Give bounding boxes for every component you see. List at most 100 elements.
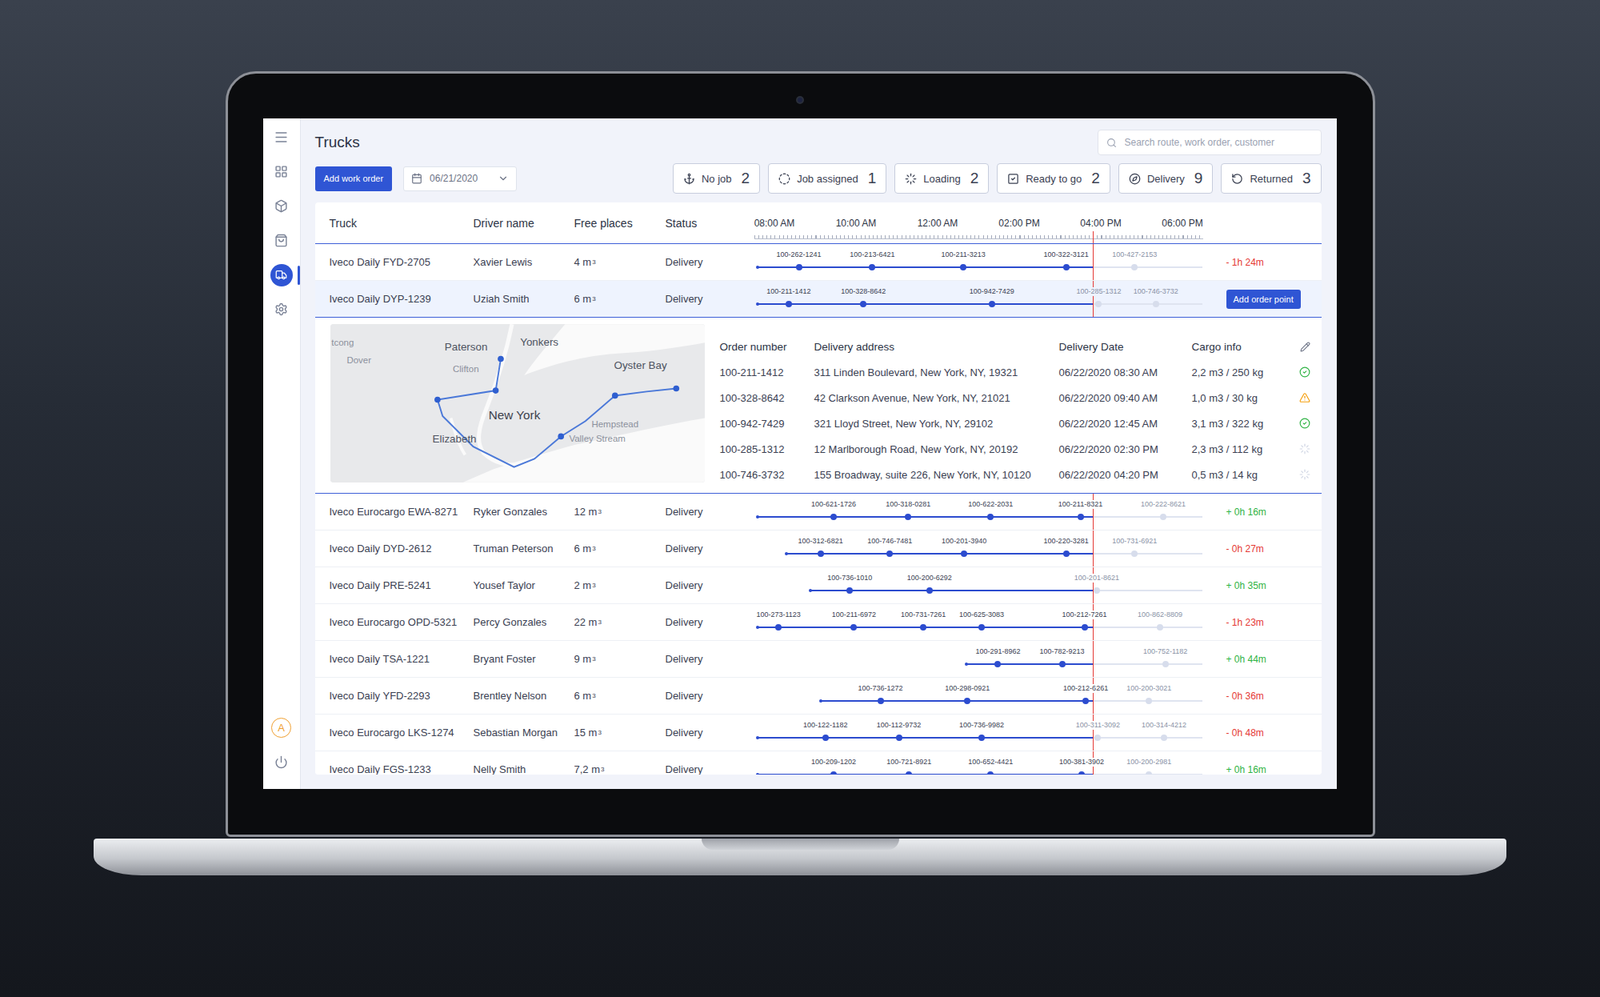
stop-dot[interactable]	[1160, 734, 1168, 741]
stop-dot[interactable]	[1145, 771, 1152, 775]
stop-dot[interactable]	[904, 513, 912, 520]
stop-dot[interactable]	[1160, 513, 1167, 520]
order-row[interactable]: 100-746-3732155 Broadway, suite 226, New…	[720, 461, 1311, 488]
track-done	[757, 516, 1093, 518]
stop-dot[interactable]	[1059, 660, 1066, 668]
stop-dot[interactable]	[1063, 550, 1070, 557]
stop-dot[interactable]	[796, 264, 803, 271]
status-filter[interactable]: Delivery9	[1118, 163, 1214, 194]
route-stop[interactable]	[557, 433, 564, 440]
stop-dot[interactable]	[1077, 513, 1084, 520]
stop-dot[interactable]	[1145, 697, 1152, 704]
stop-dot[interactable]	[978, 624, 985, 631]
delay-cell: - 1h 24m	[1226, 244, 1322, 280]
stop-dot[interactable]	[1081, 624, 1088, 631]
table-row[interactable]: Iveco Daily DYP-1239Uziah Smith6 m3Deliv…	[315, 280, 1322, 318]
stop-dot[interactable]	[1131, 264, 1138, 271]
table-row[interactable]: Iveco Daily PRE-5241Yousef Taylor2 m3Del…	[315, 567, 1322, 604]
route-stop[interactable]	[497, 356, 504, 363]
add-order-point-button[interactable]: Add order point	[1226, 289, 1301, 309]
table-row[interactable]: Iveco Daily YFD-2293Brentley Nelson6 m3D…	[315, 677, 1322, 715]
stop-dot[interactable]	[1082, 697, 1089, 704]
table-row[interactable]: Iveco Daily FYD-2705Xavier Lewis4 m3Deli…	[315, 244, 1322, 281]
stop-dot[interactable]	[926, 587, 933, 594]
route-stop[interactable]	[492, 387, 499, 394]
stop-dot[interactable]	[775, 624, 782, 631]
logout-button[interactable]	[263, 744, 300, 780]
stop-dot[interactable]	[1093, 587, 1100, 594]
stop-dot[interactable]	[1095, 300, 1102, 308]
stop-dot[interactable]	[1131, 550, 1138, 557]
stop-dot[interactable]	[830, 513, 837, 520]
stop-dot[interactable]	[817, 550, 824, 557]
table-row[interactable]: Iveco Daily DYD-2612Truman Peterson6 m3D…	[315, 530, 1322, 568]
stop-dot[interactable]	[978, 734, 985, 741]
stop-dot[interactable]	[1094, 734, 1101, 741]
edit-button[interactable]	[1291, 341, 1311, 352]
column-header: Order number	[720, 340, 815, 353]
stop-dot[interactable]	[960, 264, 967, 271]
stop-dot[interactable]	[860, 300, 867, 308]
stop-dot[interactable]	[987, 513, 994, 520]
stop-dot[interactable]	[846, 587, 853, 594]
order-row[interactable]: 100-285-131212 Marlborough Road, New Yor…	[720, 436, 1311, 462]
route-stop[interactable]	[672, 385, 680, 392]
add-work-order-button[interactable]: Add work order	[315, 166, 393, 192]
status-filter[interactable]: Returned3	[1220, 163, 1321, 194]
stop-dot[interactable]	[1156, 624, 1164, 631]
table-row[interactable]: Iveco Daily TSA-1221Bryant Foster9 m3Del…	[315, 640, 1322, 678]
now-line	[1092, 714, 1094, 751]
stop-dot[interactable]	[920, 624, 927, 631]
stop-dot[interactable]	[868, 264, 876, 271]
table-row[interactable]: Iveco Eurocargo EWA-8271Ryker Gonzales12…	[315, 493, 1322, 531]
stop-dot[interactable]	[1063, 264, 1070, 271]
status-filter[interactable]: Job assigned1	[768, 163, 887, 194]
order-row[interactable]: 100-942-7429321 Lloyd Street, New York, …	[720, 410, 1311, 436]
status-filter[interactable]: Ready to go2	[996, 163, 1111, 194]
stop-dot[interactable]	[988, 300, 996, 308]
stop-dot[interactable]	[896, 734, 903, 741]
stop-dot[interactable]	[1152, 300, 1160, 308]
status-filter[interactable]: No job2	[672, 163, 760, 194]
date-picker[interactable]: 06/21/2020	[403, 166, 517, 192]
free-places-cell: 6 m3	[574, 280, 666, 317]
sidebar-item[interactable]	[263, 223, 300, 258]
time-label: 04:00 PM	[1080, 217, 1121, 229]
free-places-cell: 12 m3	[574, 493, 666, 530]
sidebar-item[interactable]	[263, 188, 300, 224]
stop-dot[interactable]	[960, 550, 968, 557]
route-map[interactable]: tcongPatersonYonkersDoverCliftonOyster B…	[330, 324, 705, 483]
stop-dot[interactable]	[994, 660, 1001, 668]
table-row[interactable]: Iveco Daily FGS-1233Nelly Smith7,2 m3Del…	[315, 751, 1322, 775]
stop-dot[interactable]	[877, 697, 884, 704]
stop-dot[interactable]	[905, 771, 912, 775]
track-done	[757, 773, 1093, 775]
stop-dot[interactable]	[1162, 660, 1169, 668]
sidebar-item[interactable]	[263, 154, 300, 189]
route-stop[interactable]	[434, 396, 441, 404]
order-row[interactable]: 100-211-1412311 Linden Boulevard, New Yo…	[720, 359, 1311, 385]
sidebar-item[interactable]	[263, 257, 300, 292]
sidebar-item[interactable]	[263, 292, 300, 327]
route-stop[interactable]	[611, 392, 618, 400]
stop-dot[interactable]	[1078, 771, 1085, 775]
user-avatar[interactable]: A	[263, 710, 300, 745]
stop-label: 100-209-1202	[810, 757, 857, 767]
land	[330, 324, 705, 483]
table-row[interactable]: Iveco Eurocargo OPD-5321Percy Gonzales22…	[315, 604, 1322, 641]
table-row[interactable]: Iveco Eurocargo LKS-1274Sebastian Morgan…	[315, 714, 1322, 752]
stop-label: 100-211-3213	[940, 250, 986, 260]
menu-button[interactable]	[263, 120, 300, 155]
stop-dot[interactable]	[987, 771, 994, 775]
stop-dot[interactable]	[964, 697, 971, 704]
stop-dot[interactable]	[830, 771, 837, 775]
search-input[interactable]	[1123, 136, 1313, 149]
stop-dot[interactable]	[850, 624, 857, 631]
order-row[interactable]: 100-328-864242 Clarkson Avenue, New York…	[720, 384, 1311, 411]
search-field[interactable]	[1097, 129, 1322, 156]
stop-dot[interactable]	[886, 550, 893, 557]
stop-label: 100-731-6921	[1111, 536, 1158, 546]
stop-dot[interactable]	[822, 734, 829, 741]
status-filter[interactable]: Loading2	[894, 163, 989, 194]
stop-dot[interactable]	[785, 300, 792, 308]
